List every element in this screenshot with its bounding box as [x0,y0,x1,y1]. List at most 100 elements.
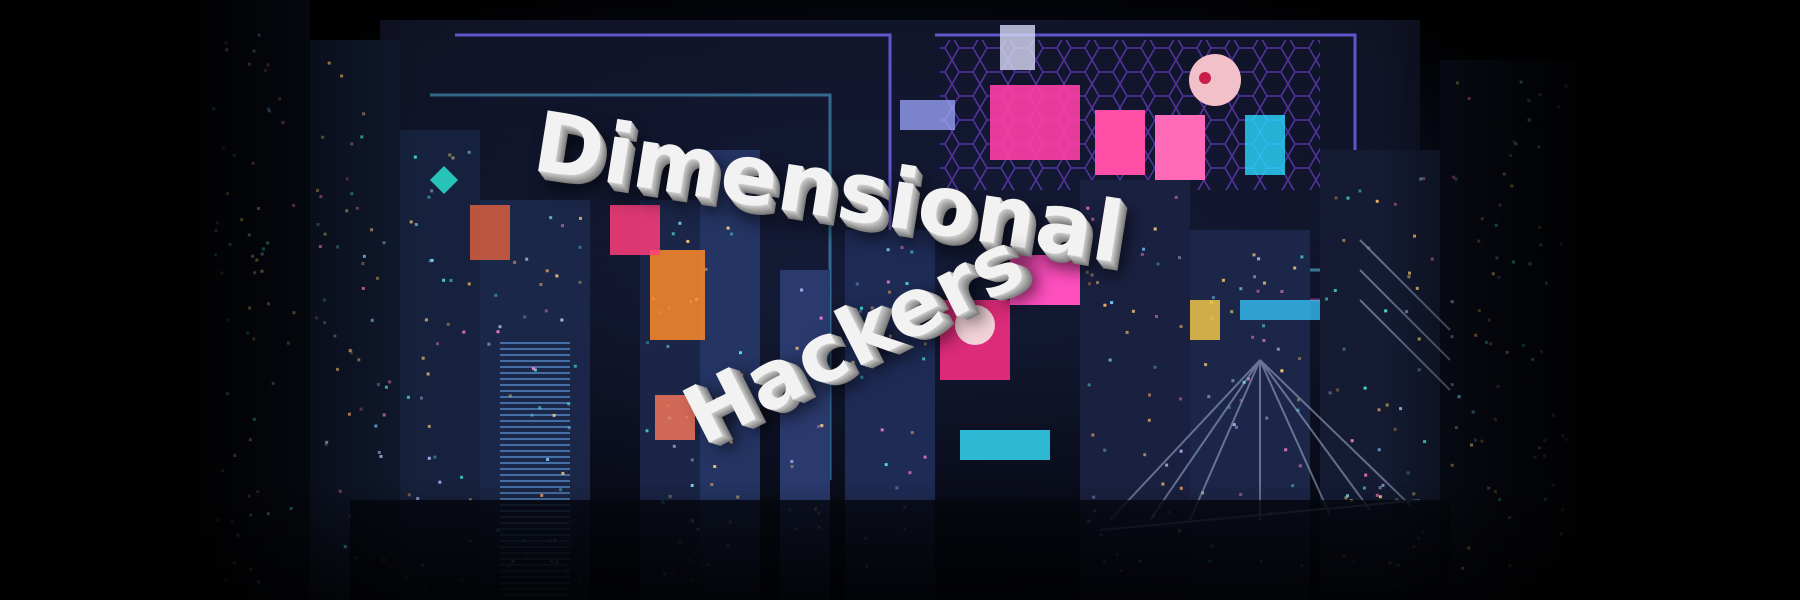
window-light [1494,418,1497,421]
window-light [666,344,670,348]
window-light [1334,196,1338,200]
window-light [1346,196,1350,200]
window-light [525,257,529,261]
window-light [1174,195,1178,199]
window-light [1564,437,1568,441]
window-light [433,455,437,459]
window-light [923,455,927,459]
window-light [1470,443,1473,447]
window-light [1165,463,1169,467]
window-light [690,484,694,487]
window-light [266,241,270,245]
window-light [319,195,323,199]
window-light [884,463,888,467]
window-light [1493,490,1497,493]
window-light [1510,184,1514,188]
window-light [1538,226,1542,229]
window-light [232,154,236,157]
window-light [1363,386,1367,390]
window-light [413,155,417,159]
window-light [1284,448,1288,452]
window-light [224,577,228,581]
window-light [247,62,251,66]
window-light [487,342,491,346]
window-light [261,247,265,251]
window-light [1155,315,1158,318]
window-light [1477,239,1481,243]
window-light [370,228,374,232]
window-light [406,395,410,399]
window-light [1538,92,1542,96]
window-light [1239,493,1243,496]
window-light [1161,482,1165,486]
window-light [260,252,264,256]
window-light [523,315,527,319]
window-light [1502,172,1506,176]
window-light [388,380,392,384]
window-light [1495,256,1499,260]
window-light [1539,243,1543,247]
window-light [1263,281,1266,285]
window-light [318,245,322,248]
window-light [1564,84,1568,88]
window-light [1381,483,1385,487]
window-light [251,161,255,165]
window-light [494,293,498,297]
window-light [379,455,383,458]
window-light [225,392,229,396]
window-light [292,311,296,315]
window-light [382,241,386,245]
window-light [645,429,649,433]
window-light [790,460,794,463]
window-light [420,396,423,400]
window-light [442,278,446,282]
window-light [546,458,550,461]
window-light [1140,252,1144,256]
window-light [327,61,331,65]
window-light [247,494,251,498]
window-light [256,580,260,584]
window-light [382,413,386,417]
window-light [323,321,327,325]
window-light [1455,81,1459,85]
window-light [1489,342,1493,346]
window-light [467,282,471,286]
window-light [539,283,543,286]
window-light [1519,80,1523,84]
window-light [1498,498,1502,502]
window-light [252,337,256,341]
window-light [1559,242,1563,246]
window-light [1221,278,1225,282]
window-light [214,253,218,257]
window-light [1103,303,1107,307]
window-light [1125,330,1129,334]
window-light [1450,463,1454,467]
window-light [257,33,261,37]
window-light [289,507,293,510]
window-light [1496,384,1500,388]
window-light [1406,471,1410,475]
window-light [690,458,694,462]
window-light [910,431,914,435]
window-light [1364,473,1368,477]
window-light [1262,339,1266,342]
window-light [424,318,428,322]
window-light [430,189,434,193]
window-light [1561,508,1565,512]
window-light [1251,335,1255,339]
window-light [1293,266,1297,270]
window-light [1377,448,1381,452]
window-light [1450,335,1454,339]
window-light [451,156,455,160]
window-light [362,112,366,116]
window-light [578,245,582,249]
window-light [1540,350,1543,354]
window-light [1298,464,1302,468]
window-light [323,232,327,236]
window-light [1545,281,1548,285]
window-light [1473,438,1477,442]
window-light [460,475,464,479]
window-light [252,417,256,421]
window-light [1265,416,1269,420]
window-light [726,226,730,230]
